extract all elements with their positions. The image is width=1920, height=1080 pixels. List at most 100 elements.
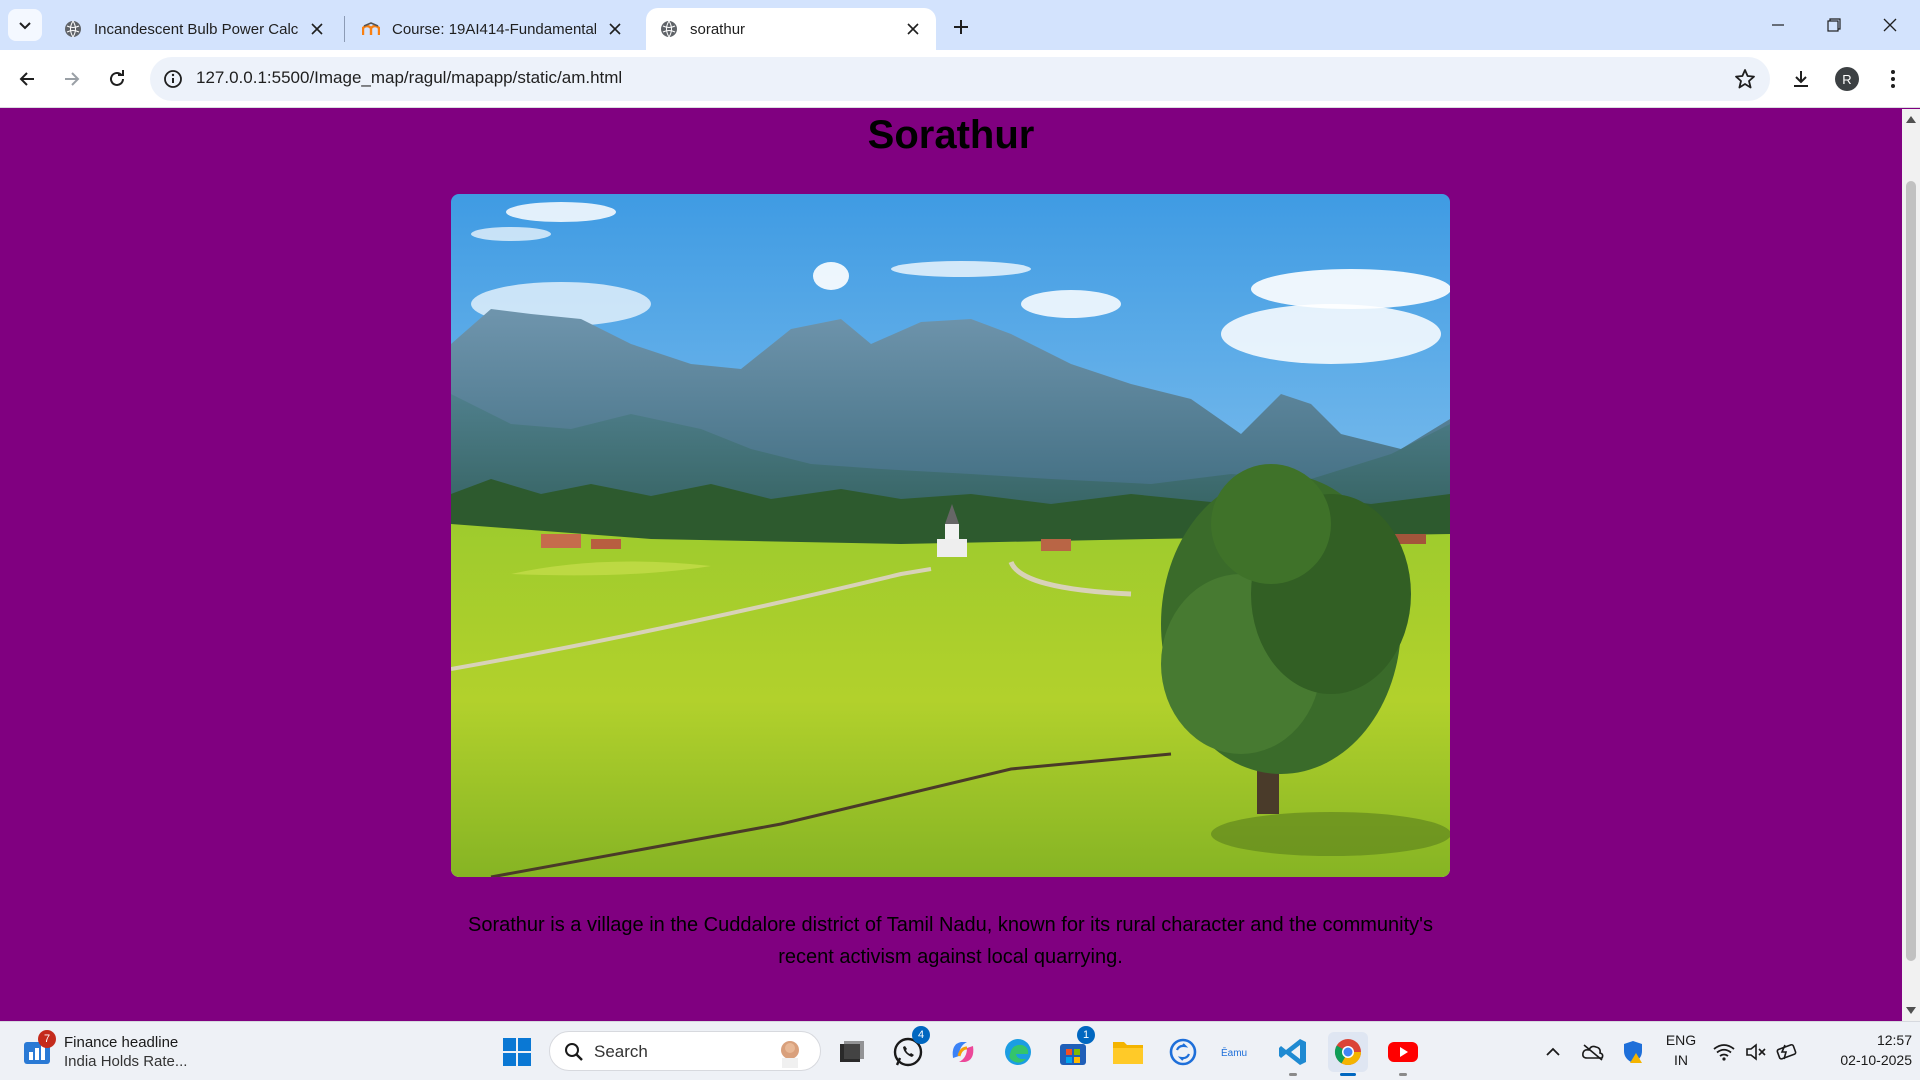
- news-headline: Finance headline: [64, 1034, 179, 1051]
- page-description: Sorathur is a village in the Cuddalore d…: [468, 914, 1433, 968]
- tab-sorathur[interactable]: sorathur: [646, 8, 936, 50]
- battery-button[interactable]: [1770, 1032, 1806, 1072]
- more-vert-icon: [1891, 70, 1895, 88]
- meeting-app-icon: Ēamu: [1221, 1047, 1247, 1059]
- folder-icon: [1113, 1042, 1143, 1064]
- language-indicator[interactable]: ENG IN: [1655, 1030, 1707, 1070]
- task-view-button[interactable]: [832, 1032, 872, 1072]
- close-icon: [1883, 18, 1897, 32]
- tab-incandescent[interactable]: Incandescent Bulb Power Calcul: [50, 8, 340, 50]
- security-button[interactable]: [1613, 1032, 1653, 1072]
- new-tab-button[interactable]: [946, 12, 976, 42]
- download-icon: [1794, 71, 1808, 87]
- globe-icon: [65, 20, 81, 38]
- search-highlight-icon: [781, 1041, 799, 1068]
- taskbar-search[interactable]: Search: [549, 1031, 821, 1071]
- scrollbar-thumb[interactable]: [1906, 181, 1916, 961]
- finance-chart-icon: 7: [22, 1030, 56, 1068]
- globe-icon: [661, 20, 677, 38]
- copilot-icon: [952, 1042, 974, 1062]
- taskbar: 7 Finance headline India Holds Rate... S…: [0, 1021, 1920, 1080]
- address-bar[interactable]: 127.0.0.1:5500/Image_map/ragul/mapapp/st…: [150, 57, 1770, 101]
- volume-muted-icon: [1746, 1043, 1766, 1061]
- tab-search-button[interactable]: [8, 9, 42, 41]
- whatsapp-badge: 4: [912, 1026, 930, 1044]
- language-line2: IN: [1674, 1052, 1688, 1068]
- news-subtext: India Holds Rate...: [64, 1053, 188, 1070]
- reload-icon: [110, 70, 124, 86]
- task-view-icon: [840, 1041, 864, 1062]
- chrome-icon: [1334, 1039, 1362, 1066]
- chevron-up-icon: [1546, 1047, 1560, 1056]
- wifi-icon: [1713, 1044, 1735, 1061]
- scroll-down-icon[interactable]: [1905, 1005, 1917, 1017]
- shield-icon: [1624, 1041, 1642, 1063]
- close-window-button[interactable]: [1862, 0, 1918, 50]
- page-viewport: Sorathur Sorathur is a village in the Cu…: [0, 109, 1902, 1021]
- battery-charging-icon: [1776, 1043, 1797, 1060]
- running-indicator: [1289, 1073, 1297, 1076]
- youtube-icon: [1388, 1042, 1418, 1062]
- wifi-button[interactable]: [1706, 1032, 1742, 1072]
- page-title: Sorathur: [867, 113, 1035, 157]
- tab-title: sorathur: [690, 20, 746, 38]
- tab-strip: Incandescent Bulb Power Calcul Course: 1…: [0, 0, 1920, 50]
- running-indicator: [1399, 1073, 1407, 1076]
- meeting-app-button[interactable]: Ēamu: [1218, 1032, 1258, 1072]
- arrow-left-icon: [19, 72, 34, 86]
- chevron-down-icon: [19, 22, 31, 30]
- restore-button[interactable]: [1806, 0, 1862, 50]
- clock-date: 02-10-2025: [1840, 1052, 1912, 1068]
- chrome-button[interactable]: [1328, 1032, 1368, 1076]
- arrow-right-icon: [65, 72, 80, 86]
- tab-course[interactable]: Course: 19AI414-Fundamentals: [348, 8, 638, 50]
- active-indicator: [1340, 1073, 1356, 1076]
- landscape-image: [451, 194, 1450, 877]
- cloud-offline-icon: [1582, 1044, 1604, 1061]
- close-icon[interactable]: [308, 20, 326, 38]
- sync-icon: [1169, 1038, 1197, 1066]
- youtube-button[interactable]: [1383, 1032, 1423, 1076]
- forward-button[interactable]: [55, 62, 89, 96]
- news-badge: 7: [38, 1030, 56, 1048]
- plus-icon: [954, 20, 968, 34]
- start-button[interactable]: [497, 1032, 537, 1072]
- news-widget[interactable]: 7 Finance headline India Holds Rate...: [22, 1030, 187, 1074]
- profile-avatar[interactable]: R: [1835, 67, 1859, 91]
- show-hidden-icons-button[interactable]: [1533, 1032, 1573, 1072]
- svg-text:Ēamu: Ēamu: [1221, 1047, 1247, 1059]
- downloads-button[interactable]: [1784, 62, 1818, 96]
- minimize-button[interactable]: [1750, 0, 1806, 50]
- vscode-icon: [1279, 1039, 1306, 1065]
- store-button[interactable]: 1: [1053, 1026, 1095, 1072]
- volume-button[interactable]: [1738, 1032, 1774, 1072]
- browser-menu-button[interactable]: [1878, 62, 1908, 96]
- browser-toolbar: 127.0.0.1:5500/Image_map/ragul/mapapp/st…: [0, 50, 1920, 108]
- edge-button[interactable]: [998, 1032, 1038, 1072]
- scroll-up-icon[interactable]: [1905, 113, 1917, 125]
- back-button[interactable]: [10, 62, 44, 96]
- url-text[interactable]: 127.0.0.1:5500/Image_map/ragul/mapapp/st…: [196, 68, 622, 88]
- file-explorer-button[interactable]: [1108, 1032, 1148, 1072]
- store-badge: 1: [1077, 1026, 1095, 1044]
- reload-button[interactable]: [100, 62, 134, 96]
- vscode-button[interactable]: [1273, 1032, 1313, 1076]
- minimize-icon: [1772, 24, 1784, 26]
- sync-app-button[interactable]: [1163, 1032, 1203, 1072]
- tab-title: Course: 19AI414-Fundamentals: [392, 20, 596, 38]
- windows-icon: [503, 1038, 531, 1066]
- clock[interactable]: 12:57 02-10-2025: [1812, 1030, 1912, 1070]
- star-icon[interactable]: [1734, 68, 1756, 90]
- close-icon[interactable]: [606, 20, 624, 38]
- onedrive-button[interactable]: [1573, 1032, 1613, 1072]
- tab-separator: [344, 16, 345, 42]
- info-icon[interactable]: [162, 68, 184, 90]
- tab-title: Incandescent Bulb Power Calcul: [94, 20, 298, 38]
- whatsapp-button[interactable]: 4: [888, 1026, 930, 1072]
- vertical-scrollbar[interactable]: [1902, 109, 1920, 1021]
- copilot-button[interactable]: [943, 1032, 983, 1072]
- edge-icon: [1005, 1039, 1031, 1065]
- close-icon[interactable]: [904, 20, 922, 38]
- clock-time: 12:57: [1876, 1032, 1912, 1048]
- search-label: Search: [594, 1042, 648, 1061]
